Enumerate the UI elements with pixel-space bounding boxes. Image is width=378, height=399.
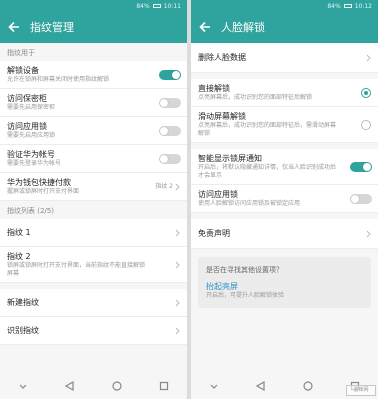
home-circle-icon[interactable] bbox=[301, 379, 315, 393]
chevron-right-icon bbox=[175, 299, 180, 306]
direct-unlock-row[interactable]: 直接解锁 点亮屏幕后，成功识别您的面部特征后解锁 bbox=[191, 79, 378, 107]
battery-icon bbox=[343, 4, 352, 8]
huawei-account-row[interactable]: 验证华为帐号 需要先登录华为帐号 bbox=[0, 145, 187, 173]
chevron-down-icon[interactable] bbox=[207, 379, 221, 393]
chevron-right-icon bbox=[175, 261, 180, 268]
raise-to-wake-link[interactable]: 抬起亮屏 bbox=[206, 281, 363, 292]
app-bar: 84% 10:11 指纹管理 bbox=[0, 0, 187, 43]
chevron-right-icon bbox=[175, 183, 180, 190]
back-triangle-icon[interactable] bbox=[254, 379, 268, 393]
recents-square-icon[interactable] bbox=[157, 379, 171, 393]
safe-access-toggle[interactable] bbox=[159, 97, 181, 108]
row-sub: 握屏或锁屏时打开支付界面 bbox=[7, 188, 80, 195]
battery-icon bbox=[152, 4, 161, 8]
suggestion-question: 是否在寻找其他设置项？ bbox=[206, 266, 283, 274]
smart-notify-toggle[interactable] bbox=[350, 161, 372, 172]
chevron-right-icon bbox=[175, 327, 180, 334]
row-label: 解锁设备 bbox=[7, 66, 39, 75]
face-unlock-screen: 84% 10:12 人脸解锁 删除人脸数据 直接解锁 点亮屏幕后，成功识别您的面… bbox=[191, 0, 378, 399]
fingerprint-1-row[interactable]: 指纹 1 bbox=[0, 219, 187, 247]
battery-text: 84% bbox=[136, 3, 150, 10]
identify-fingerprint-row[interactable]: 识别指纹 bbox=[0, 317, 187, 345]
row-sub: 允许在锁屏和屏幕关闭时使用指纹解锁 bbox=[7, 76, 110, 83]
app-lock-toggle[interactable] bbox=[159, 125, 181, 136]
row-sub: 需要先启用保密柜 bbox=[7, 104, 56, 111]
face-app-lock-row[interactable]: 访问应用锁 使用人脸解锁访问应用锁及被锁定应用 bbox=[191, 185, 378, 213]
section-header: 指纹用于 bbox=[0, 43, 187, 61]
fingerprint-screen: 84% 10:11 指纹管理 指纹用于 解锁设备 允许在锁屏和屏幕关闭时使用指纹… bbox=[0, 0, 187, 399]
clock: 10:11 bbox=[163, 3, 181, 10]
row-label: 指纹 2 bbox=[7, 252, 31, 261]
row-label: 指纹 1 bbox=[7, 228, 31, 237]
wallet-pay-row[interactable]: 华为钱包快捷付款 握屏或锁屏时打开支付界面 指纹 2 bbox=[0, 173, 187, 201]
chevron-right-icon bbox=[366, 54, 371, 61]
back-arrow-icon[interactable] bbox=[198, 20, 212, 34]
safe-access-row[interactable]: 访问保密柜 需要先启用保密柜 bbox=[0, 89, 187, 117]
row-sub: 需要先启用应用锁 bbox=[7, 132, 56, 139]
direct-unlock-radio[interactable] bbox=[361, 87, 371, 98]
chevron-down-icon[interactable] bbox=[16, 379, 30, 393]
row-label: 新建指纹 bbox=[7, 298, 39, 307]
nav-bar bbox=[0, 373, 187, 399]
row-label: 滑动屏幕解锁 bbox=[198, 112, 246, 121]
slide-unlock-row[interactable]: 滑动屏幕解锁 点亮屏幕后，成功识别您的面部特征后，需滑动屏幕解锁 bbox=[191, 107, 378, 143]
chevron-right-icon bbox=[366, 230, 371, 237]
row-sub: 点亮屏幕后，成功识别您的面部特征后解锁 bbox=[198, 94, 313, 101]
chevron-right-icon bbox=[175, 229, 180, 236]
row-label: 华为钱包快捷付款 bbox=[7, 178, 71, 187]
unlock-device-row[interactable]: 解锁设备 允许在锁屏和屏幕关闭时使用指纹解锁 bbox=[0, 61, 187, 89]
page-title: 指纹管理 bbox=[30, 21, 74, 34]
unlock-device-toggle[interactable] bbox=[159, 69, 181, 80]
row-label: 验证华为帐号 bbox=[7, 150, 55, 159]
row-value: 指纹 2 bbox=[155, 182, 173, 190]
back-arrow-icon[interactable] bbox=[7, 20, 21, 34]
delete-face-row[interactable]: 删除人脸数据 bbox=[191, 43, 378, 73]
face-app-lock-toggle[interactable] bbox=[350, 193, 372, 204]
suggestion-sub: 开启后，可提升人脸解锁体验 bbox=[206, 292, 285, 299]
row-label: 智能显示锁屏通知 bbox=[198, 154, 262, 163]
suggestion-card: 是否在寻找其他设置项？ 抬起亮屏 开启后，可提升人脸解锁体验 bbox=[198, 257, 371, 308]
row-sub: 需要先登录华为帐号 bbox=[7, 160, 62, 167]
huawei-account-toggle[interactable] bbox=[159, 153, 181, 164]
section-header: 指纹列表 (2/5) bbox=[0, 201, 187, 219]
row-label: 访问应用锁 bbox=[198, 190, 238, 199]
add-fingerprint-row[interactable]: 新建指纹 bbox=[0, 289, 187, 317]
watermark: 雷锋网 bbox=[346, 385, 376, 396]
page-title: 人脸解锁 bbox=[221, 21, 265, 34]
smart-notify-row[interactable]: 智能显示锁屏通知 开启后，将默认隐藏通知详情，仅当人脸识别成功后才会显示 bbox=[191, 149, 378, 185]
row-sub: 开启后，将默认隐藏通知详情，仅当人脸识别成功后才会显示 bbox=[198, 164, 337, 179]
app-bar: 84% 10:12 人脸解锁 bbox=[191, 0, 378, 43]
battery-text: 84% bbox=[327, 3, 341, 10]
row-label: 删除人脸数据 bbox=[198, 53, 246, 62]
row-label: 免责声明 bbox=[198, 229, 230, 238]
row-label: 访问保密柜 bbox=[7, 94, 47, 103]
row-label: 直接解锁 bbox=[198, 84, 230, 93]
home-circle-icon[interactable] bbox=[110, 379, 124, 393]
slide-unlock-radio[interactable] bbox=[361, 119, 371, 130]
disclaimer-row[interactable]: 免责声明 bbox=[191, 219, 378, 249]
row-label: 访问应用锁 bbox=[7, 122, 47, 131]
fingerprint-2-row[interactable]: 指纹 2 锁屏或锁屏时打开支付界面，当前指纹不能直接解锁屏幕 bbox=[0, 247, 187, 283]
screenshot: 84% 10:11 指纹管理 指纹用于 解锁设备 允许在锁屏和屏幕关闭时使用指纹… bbox=[0, 0, 378, 399]
row-label: 识别指纹 bbox=[7, 326, 39, 335]
back-triangle-icon[interactable] bbox=[63, 379, 77, 393]
status-bar: 84% 10:11 bbox=[136, 3, 181, 10]
row-sub: 点亮屏幕后，成功识别您的面部特征后，需滑动屏幕解锁 bbox=[198, 122, 337, 137]
app-lock-row[interactable]: 访问应用锁 需要先启用应用锁 bbox=[0, 117, 187, 145]
clock: 10:12 bbox=[354, 3, 372, 10]
status-bar: 84% 10:12 bbox=[327, 3, 372, 10]
row-sub: 锁屏或锁屏时打开支付界面，当前指纹不能直接解锁屏幕 bbox=[7, 262, 146, 277]
row-sub: 使用人脸解锁访问应用锁及被锁定应用 bbox=[198, 200, 301, 207]
